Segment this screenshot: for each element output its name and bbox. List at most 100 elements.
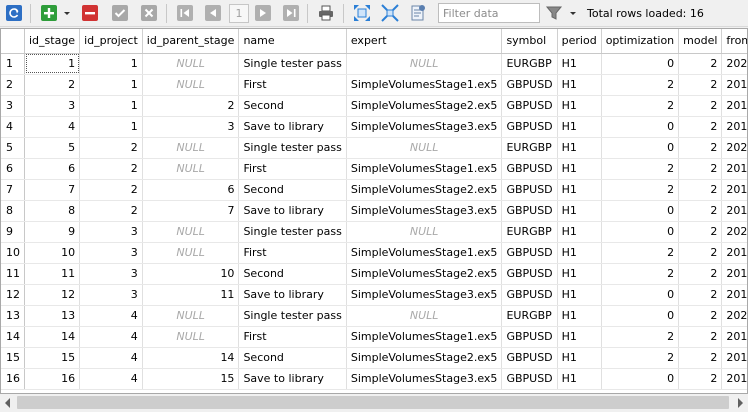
cell-id-stage[interactable]: 3 (24, 95, 81, 117)
cell-model[interactable]: 2 (678, 347, 723, 369)
cell-optimization[interactable]: 2 (601, 242, 680, 264)
cell-model[interactable]: 2 (678, 326, 723, 348)
cell-id-project[interactable]: 3 (79, 242, 143, 264)
cell-symbol[interactable]: GBPUSD (501, 326, 558, 348)
cell-expert[interactable]: NULL (346, 221, 503, 243)
cell-id-parent-stage[interactable]: NULL (142, 74, 240, 96)
cell-period[interactable]: H1 (557, 242, 602, 264)
cell-period[interactable]: H1 (557, 179, 602, 201)
row-number[interactable]: 12 (1, 284, 25, 306)
column-header-from-date[interactable]: from_date (721, 29, 747, 54)
cell-from-date[interactable]: 2018.01.01 (721, 368, 747, 390)
table-row[interactable]: 3 3 1 2 Second SimpleVolumesStage2.ex5 GBPUSD H… (1, 95, 747, 117)
cell-expert[interactable]: NULL (346, 305, 503, 327)
row-number[interactable]: 5 (1, 137, 25, 159)
cell-model[interactable]: 2 (678, 53, 723, 75)
cell-symbol[interactable]: EURGBP (501, 305, 558, 327)
cell-period[interactable]: H1 (557, 200, 602, 222)
cell-id-stage[interactable]: 7 (24, 179, 81, 201)
column-header-id-parent-stage[interactable]: id_parent_stage (142, 29, 240, 54)
cell-expert[interactable]: NULL (346, 137, 503, 159)
export-icon[interactable] (409, 4, 427, 22)
cell-id-project[interactable]: 2 (79, 137, 143, 159)
scroll-left-icon[interactable] (5, 398, 10, 408)
cell-symbol[interactable]: GBPUSD (501, 116, 558, 138)
cell-id-stage[interactable]: 12 (24, 284, 81, 306)
cell-name[interactable]: First (238, 74, 347, 96)
cell-model[interactable]: 2 (678, 305, 723, 327)
scrollbar-thumb[interactable] (17, 396, 729, 409)
cell-from-date[interactable]: 2018.01.01 (721, 263, 747, 285)
cell-expert[interactable]: SimpleVolumesStage1.ex5 (346, 326, 503, 348)
table-row[interactable]: 16 16 4 15 Save to library SimpleVolumesStage… (1, 368, 747, 390)
cell-optimization[interactable]: 2 (601, 74, 680, 96)
cell-expert[interactable]: NULL (346, 53, 503, 75)
cell-optimization[interactable]: 2 (601, 326, 680, 348)
cell-id-project[interactable]: 2 (79, 158, 143, 180)
cell-model[interactable]: 2 (678, 200, 723, 222)
cell-id-project[interactable]: 4 (79, 368, 143, 390)
cell-model[interactable]: 2 (678, 158, 723, 180)
table-row[interactable]: 1 1 1 NULL Single tester pass NULL EURGBP H1 0 2 2… (1, 53, 747, 75)
cell-period[interactable]: H1 (557, 158, 602, 180)
cell-name[interactable]: Second (238, 347, 347, 369)
cell-id-stage[interactable]: 6 (24, 158, 81, 180)
row-number[interactable]: 10 (1, 242, 25, 264)
cell-id-parent-stage[interactable]: NULL (142, 305, 240, 327)
first-page-icon[interactable] (176, 4, 194, 22)
cell-symbol[interactable]: GBPUSD (501, 179, 558, 201)
table-row[interactable]: 12 12 3 11 Save to library SimpleVolumesStage… (1, 284, 747, 306)
cell-id-project[interactable]: 3 (79, 284, 143, 306)
column-header-name[interactable]: name (238, 29, 347, 54)
cell-from-date[interactable]: 2018.01.01 (721, 284, 747, 306)
cell-period[interactable]: H1 (557, 326, 602, 348)
cell-name[interactable]: Save to library (238, 284, 347, 306)
table-row[interactable]: 11 11 3 10 Second SimpleVolumesStage2.ex5 GBPU… (1, 263, 747, 285)
scroll-right-icon[interactable] (738, 398, 743, 408)
column-header-symbol[interactable]: symbol (501, 29, 558, 54)
cell-id-project[interactable]: 3 (79, 221, 143, 243)
cell-model[interactable]: 2 (678, 368, 723, 390)
cell-optimization[interactable]: 2 (601, 179, 680, 201)
cell-id-parent-stage[interactable]: NULL (142, 158, 240, 180)
cell-period[interactable]: H1 (557, 347, 602, 369)
cell-id-parent-stage[interactable]: NULL (142, 221, 240, 243)
cell-id-parent-stage[interactable]: 6 (142, 179, 240, 201)
row-number[interactable]: 11 (1, 263, 25, 285)
cell-id-parent-stage[interactable]: 14 (142, 347, 240, 369)
cell-optimization[interactable]: 2 (601, 263, 680, 285)
cell-id-parent-stage[interactable]: NULL (142, 326, 240, 348)
cell-symbol[interactable]: GBPUSD (501, 242, 558, 264)
cell-from-date[interactable]: 2022.01.01 (721, 305, 747, 327)
refresh-icon[interactable] (5, 4, 23, 22)
cell-symbol[interactable]: EURGBP (501, 137, 558, 159)
row-number[interactable]: 14 (1, 326, 25, 348)
cell-id-project[interactable]: 4 (79, 326, 143, 348)
row-number[interactable]: 13 (1, 305, 25, 327)
table-row[interactable]: 8 8 2 7 Save to library SimpleVolumesStage3.e… (1, 200, 747, 222)
cell-id-project[interactable]: 4 (79, 305, 143, 327)
cell-symbol[interactable]: GBPUSD (501, 347, 558, 369)
column-header-id-stage[interactable]: id_stage (24, 29, 81, 54)
cell-period[interactable]: H1 (557, 305, 602, 327)
cell-id-parent-stage[interactable]: 7 (142, 200, 240, 222)
cell-period[interactable]: H1 (557, 221, 602, 243)
cell-name[interactable]: Second (238, 95, 347, 117)
cell-id-project[interactable]: 2 (79, 200, 143, 222)
cell-period[interactable]: H1 (557, 53, 602, 75)
cell-optimization[interactable]: 0 (601, 200, 680, 222)
cell-from-date[interactable]: 2018.01.01 (721, 347, 747, 369)
column-header-optimization[interactable]: optimization (601, 29, 680, 54)
table-row[interactable]: 10 10 3 NULL First SimpleVolumesStage1.ex5 GBP… (1, 242, 747, 264)
cell-symbol[interactable]: EURGBP (501, 221, 558, 243)
cell-id-stage[interactable]: 16 (24, 368, 81, 390)
cell-optimization[interactable]: 2 (601, 158, 680, 180)
cell-period[interactable]: H1 (557, 284, 602, 306)
cell-id-stage[interactable]: 8 (24, 200, 81, 222)
cell-model[interactable]: 2 (678, 137, 723, 159)
cell-optimization[interactable]: 0 (601, 305, 680, 327)
cell-id-stage[interactable]: 11 (24, 263, 81, 285)
cell-name[interactable]: Save to library (238, 116, 347, 138)
cell-id-project[interactable]: 1 (79, 53, 143, 75)
cell-model[interactable]: 2 (678, 284, 723, 306)
